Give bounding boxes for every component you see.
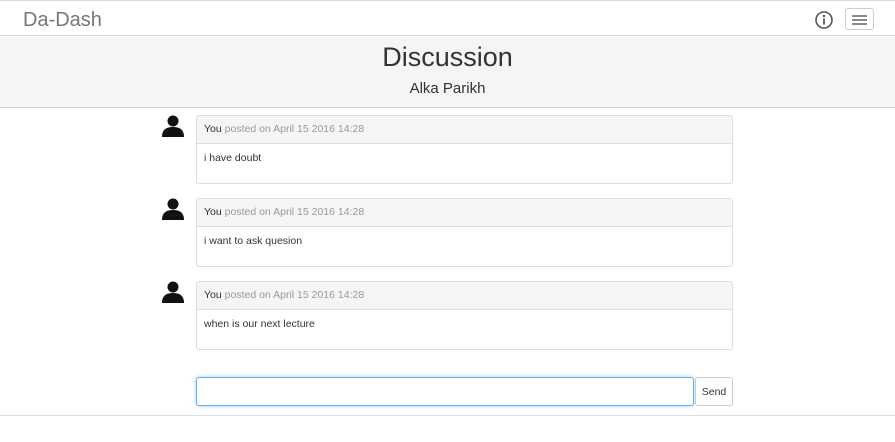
brand-link[interactable]: Da-Dash (23, 9, 102, 32)
hamburger-bar (852, 19, 867, 21)
post-panel: You posted on April 15 2016 14:28 i want… (196, 198, 733, 267)
message-input[interactable] (196, 377, 694, 406)
send-button[interactable]: Send (695, 377, 733, 406)
post-timestamp: posted on April 15 2016 14:28 (224, 206, 365, 218)
user-silhouette-icon (162, 115, 184, 137)
user-silhouette-icon (162, 281, 184, 303)
post-message: i want to ask quesion (204, 235, 303, 247)
post-item: You posted on April 15 2016 14:28 when i… (159, 281, 733, 351)
user-silhouette-icon (162, 198, 184, 220)
post-author: You (204, 289, 222, 301)
info-icon[interactable] (815, 11, 833, 29)
post-panel: You posted on April 15 2016 14:28 when i… (196, 281, 733, 350)
post-timestamp: posted on April 15 2016 14:28 (224, 123, 365, 135)
post-message: i have doubt (204, 152, 262, 164)
post-heading: You posted on April 15 2016 14:28 (197, 116, 732, 144)
navbar: Da-Dash (0, 0, 895, 36)
footer-divider (0, 415, 895, 416)
post-panel: You posted on April 15 2016 14:28 i have… (196, 115, 733, 184)
post-author: You (204, 123, 222, 135)
page-header: Discussion Alka Parikh (0, 37, 895, 108)
post-heading: You posted on April 15 2016 14:28 (197, 282, 732, 310)
post-timestamp: posted on April 15 2016 14:28 (224, 289, 365, 301)
menu-toggle-button[interactable] (845, 8, 874, 30)
page-subtitle: Alka Parikh (409, 80, 486, 97)
post-item: You posted on April 15 2016 14:28 i want… (159, 198, 733, 268)
post-author: You (204, 206, 222, 218)
post-item: You posted on April 15 2016 14:28 i have… (159, 115, 733, 185)
post-heading: You posted on April 15 2016 14:28 (197, 199, 732, 227)
page-title: Discussion (382, 42, 513, 72)
hamburger-bar (852, 23, 867, 25)
post-message: when is our next lecture (204, 318, 315, 330)
hamburger-menu-icon (852, 15, 867, 17)
